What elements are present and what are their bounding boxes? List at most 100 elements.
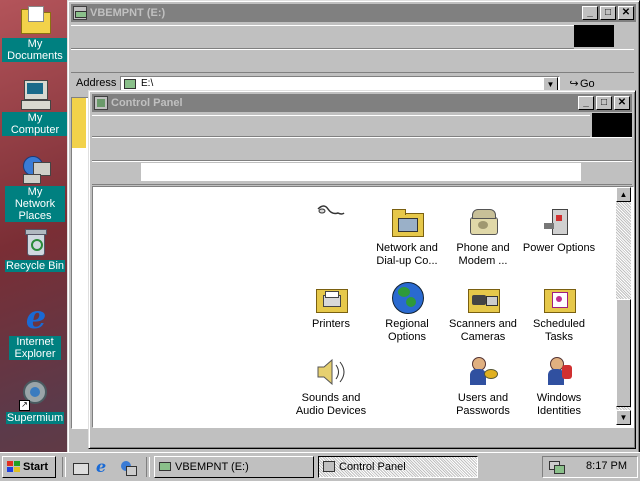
task-label: VBEMPNT (E:) bbox=[175, 461, 249, 473]
network-places-icon bbox=[19, 152, 51, 184]
mouse-icon bbox=[314, 199, 348, 233]
scroll-down-button[interactable]: ▼ bbox=[616, 410, 631, 425]
folder-info-graphic bbox=[72, 98, 86, 148]
maximize-button[interactable]: □ bbox=[600, 6, 616, 20]
cp-item-label: Users and Passwords bbox=[456, 392, 510, 417]
cp-item-label: Scheduled Tasks bbox=[533, 318, 585, 343]
scanner-camera-icon bbox=[466, 281, 500, 315]
cp-item-windows-identities[interactable]: Windows Identities bbox=[521, 355, 597, 418]
minimize-button[interactable]: _ bbox=[578, 96, 594, 110]
printers-icon bbox=[314, 281, 348, 315]
start-button[interactable]: Start bbox=[2, 456, 56, 478]
desktop-icon-label: Internet Explorer bbox=[9, 336, 61, 360]
vertical-scrollbar[interactable]: ▲ ▼ bbox=[616, 187, 631, 425]
desktop-icon-label: My Network Places bbox=[5, 186, 65, 222]
drive-icon bbox=[73, 6, 87, 20]
cp-item-label: Regional Options bbox=[385, 318, 429, 343]
taskbar-divider bbox=[62, 457, 66, 477]
address-value: E:\ bbox=[141, 78, 154, 89]
control-panel-icon bbox=[94, 96, 108, 110]
desktop-icon-label: My Computer bbox=[2, 112, 68, 136]
desktop-icon-label: Recycle Bin bbox=[4, 260, 66, 272]
throbber-logo bbox=[592, 113, 632, 137]
window-title: Control Panel bbox=[111, 97, 183, 109]
cp-item-phone-modem[interactable]: Phone and Modem ... bbox=[445, 205, 521, 268]
internet-explorer-icon[interactable]: e bbox=[96, 459, 112, 476]
cp-item-power-options[interactable]: Power Options bbox=[521, 205, 597, 255]
desktop-icon-my-network-places[interactable]: My Network Places bbox=[2, 152, 68, 222]
network-dialup-icon bbox=[390, 205, 424, 239]
cp-item-label: Phone and Modem ... bbox=[456, 242, 510, 267]
task-button-explorer[interactable]: VBEMPNT (E:) bbox=[154, 456, 314, 478]
desktop-icon-my-computer[interactable]: My Computer bbox=[2, 78, 68, 136]
cp-item-regional-options[interactable]: Regional Options bbox=[369, 281, 445, 344]
task-button-control-panel[interactable]: Control Panel bbox=[318, 456, 478, 478]
minimize-icon: _ bbox=[583, 97, 589, 108]
throbber-logo bbox=[574, 25, 614, 47]
computer-icon bbox=[19, 78, 51, 110]
cp-item-sounds-audio[interactable]: Sounds and Audio Devices bbox=[293, 355, 369, 418]
desktop-icon-supermium[interactable]: ↗ Supermium bbox=[2, 378, 68, 424]
desktop-icon-recycle-bin[interactable]: Recycle Bin bbox=[2, 226, 68, 272]
scroll-thumb[interactable] bbox=[616, 299, 631, 407]
desktop-icon-label: My Documents bbox=[2, 38, 68, 62]
cp-item-scheduled-tasks[interactable]: Scheduled Tasks bbox=[521, 281, 597, 344]
system-tray: 8:17 PM bbox=[542, 456, 638, 478]
identities-icon bbox=[542, 355, 576, 389]
taskbar-divider bbox=[146, 457, 150, 477]
close-icon: ✕ bbox=[621, 7, 631, 18]
drive-small-icon bbox=[124, 79, 136, 89]
desktop-icon-internet-explorer[interactable]: e Internet Explorer bbox=[2, 298, 68, 360]
desktop-icon-label: Supermium bbox=[5, 412, 65, 424]
speaker-icon bbox=[314, 355, 348, 389]
cp-item-label: Network and Dial-up Co... bbox=[376, 242, 438, 267]
cp-item-scanners-cameras[interactable]: Scanners and Cameras bbox=[445, 281, 521, 344]
cp-item-label: Scanners and Cameras bbox=[449, 318, 517, 343]
start-label: Start bbox=[23, 461, 49, 473]
folder-documents-icon bbox=[19, 4, 51, 36]
address-input[interactable] bbox=[141, 163, 581, 181]
close-button[interactable]: ✕ bbox=[614, 96, 630, 110]
phone-modem-icon bbox=[466, 205, 500, 239]
go-label: Go bbox=[580, 78, 595, 90]
internet-explorer-icon: e bbox=[25, 298, 47, 336]
menu-bar bbox=[71, 25, 574, 49]
toolbar bbox=[92, 137, 632, 161]
menu-bar bbox=[92, 115, 590, 137]
scroll-up-button[interactable]: ▲ bbox=[616, 187, 631, 202]
arrow-down-icon: ▼ bbox=[619, 413, 628, 422]
show-desktop-icon[interactable] bbox=[72, 460, 89, 476]
minimize-button[interactable]: _ bbox=[582, 6, 598, 20]
close-button[interactable]: ✕ bbox=[618, 6, 634, 20]
cp-item-mouse[interactable] bbox=[293, 199, 369, 236]
control-panel-titlebar[interactable]: Control Panel _ □ ✕ bbox=[92, 94, 632, 112]
network-quicklaunch-icon[interactable] bbox=[120, 460, 137, 476]
recycle-bin-icon bbox=[19, 226, 51, 258]
cp-item-network-dialup[interactable]: Network and Dial-up Co... bbox=[369, 205, 445, 268]
cp-item-label: Windows Identities bbox=[536, 392, 582, 417]
cp-item-users-passwords[interactable]: Users and Passwords bbox=[445, 355, 521, 418]
desktop-icon-my-documents[interactable]: My Documents bbox=[2, 4, 68, 62]
windows-logo-icon bbox=[7, 461, 20, 473]
explorer-titlebar[interactable]: VBEMPNT (E:) _ □ ✕ bbox=[71, 4, 636, 22]
network-tray-icon[interactable] bbox=[549, 459, 565, 474]
power-options-icon bbox=[542, 205, 576, 239]
maximize-button[interactable]: □ bbox=[596, 96, 612, 110]
address-label: Address bbox=[76, 77, 117, 89]
cp-item-label: Sounds and Audio Devices bbox=[295, 392, 367, 417]
drive-icon bbox=[159, 462, 171, 471]
cp-item-label: Printers bbox=[312, 318, 350, 330]
cp-item-printers[interactable]: Printers bbox=[293, 281, 369, 331]
task-label: Control Panel bbox=[339, 461, 406, 473]
clock[interactable]: 8:17 PM bbox=[586, 460, 627, 472]
arrow-up-icon: ▲ bbox=[619, 190, 628, 199]
window-title: VBEMPNT (E:) bbox=[90, 7, 166, 19]
maximize-icon: □ bbox=[600, 97, 608, 108]
minimize-icon: _ bbox=[587, 7, 593, 18]
toolbar bbox=[71, 49, 634, 73]
close-icon: ✕ bbox=[617, 97, 627, 108]
maximize-icon: □ bbox=[604, 7, 612, 18]
users-keys-icon bbox=[466, 355, 500, 389]
control-panel-content: Network and Dial-up Co... Phone and Mode… bbox=[92, 186, 634, 428]
control-panel-window[interactable]: Control Panel _ □ ✕ Network and Dial-up … bbox=[88, 90, 636, 449]
